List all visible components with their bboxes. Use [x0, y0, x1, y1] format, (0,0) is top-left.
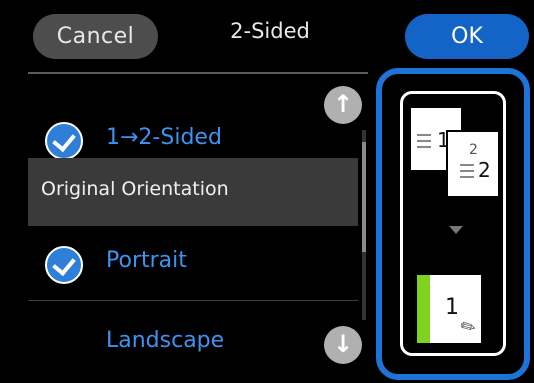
option-portrait[interactable]: Portrait	[28, 236, 358, 294]
arrow-down-icon	[449, 226, 463, 234]
page-number: 2	[478, 158, 491, 182]
scrollbar-thumb[interactable]	[362, 142, 366, 252]
section-original-orientation: Original Orientation	[28, 158, 358, 226]
cancel-button[interactable]: Cancel	[33, 14, 158, 59]
preview-frame: 1 2 1 ✎ 2	[400, 91, 506, 356]
page-curl-icon: ✎	[456, 314, 481, 341]
binding-edge	[417, 275, 430, 343]
ok-button[interactable]: OK	[405, 14, 529, 59]
header-bar: Cancel 2-Sided OK	[0, 0, 534, 68]
page-number: 1	[445, 295, 459, 320]
option-label: 1→2-Sided	[106, 125, 222, 150]
back-page-number: 2	[469, 142, 478, 158]
list-divider	[28, 72, 368, 74]
scroll-down-icon[interactable]: ↓	[324, 326, 362, 364]
section-label: Original Orientation	[41, 178, 229, 200]
page-title: 2-Sided	[230, 19, 310, 43]
option-label: Landscape	[106, 328, 225, 353]
preview-panel[interactable]: 1 2 1 ✎ 2	[376, 68, 530, 380]
option-1-to-2-sided[interactable]: 1→2-Sided	[28, 92, 358, 160]
text-lines-icon	[460, 164, 474, 178]
checkmark-icon	[45, 246, 83, 284]
list-divider	[28, 300, 358, 301]
result-page: 1 ✎	[417, 275, 481, 343]
scroll-up-icon[interactable]: ↑	[324, 86, 362, 124]
checkmark-icon	[45, 122, 83, 160]
text-lines-icon	[417, 134, 431, 148]
settings-list: 1→2-Sided Original Orientation Portrait …	[28, 72, 373, 383]
option-landscape[interactable]: Landscape	[28, 310, 358, 383]
option-label: Portrait	[106, 248, 187, 273]
